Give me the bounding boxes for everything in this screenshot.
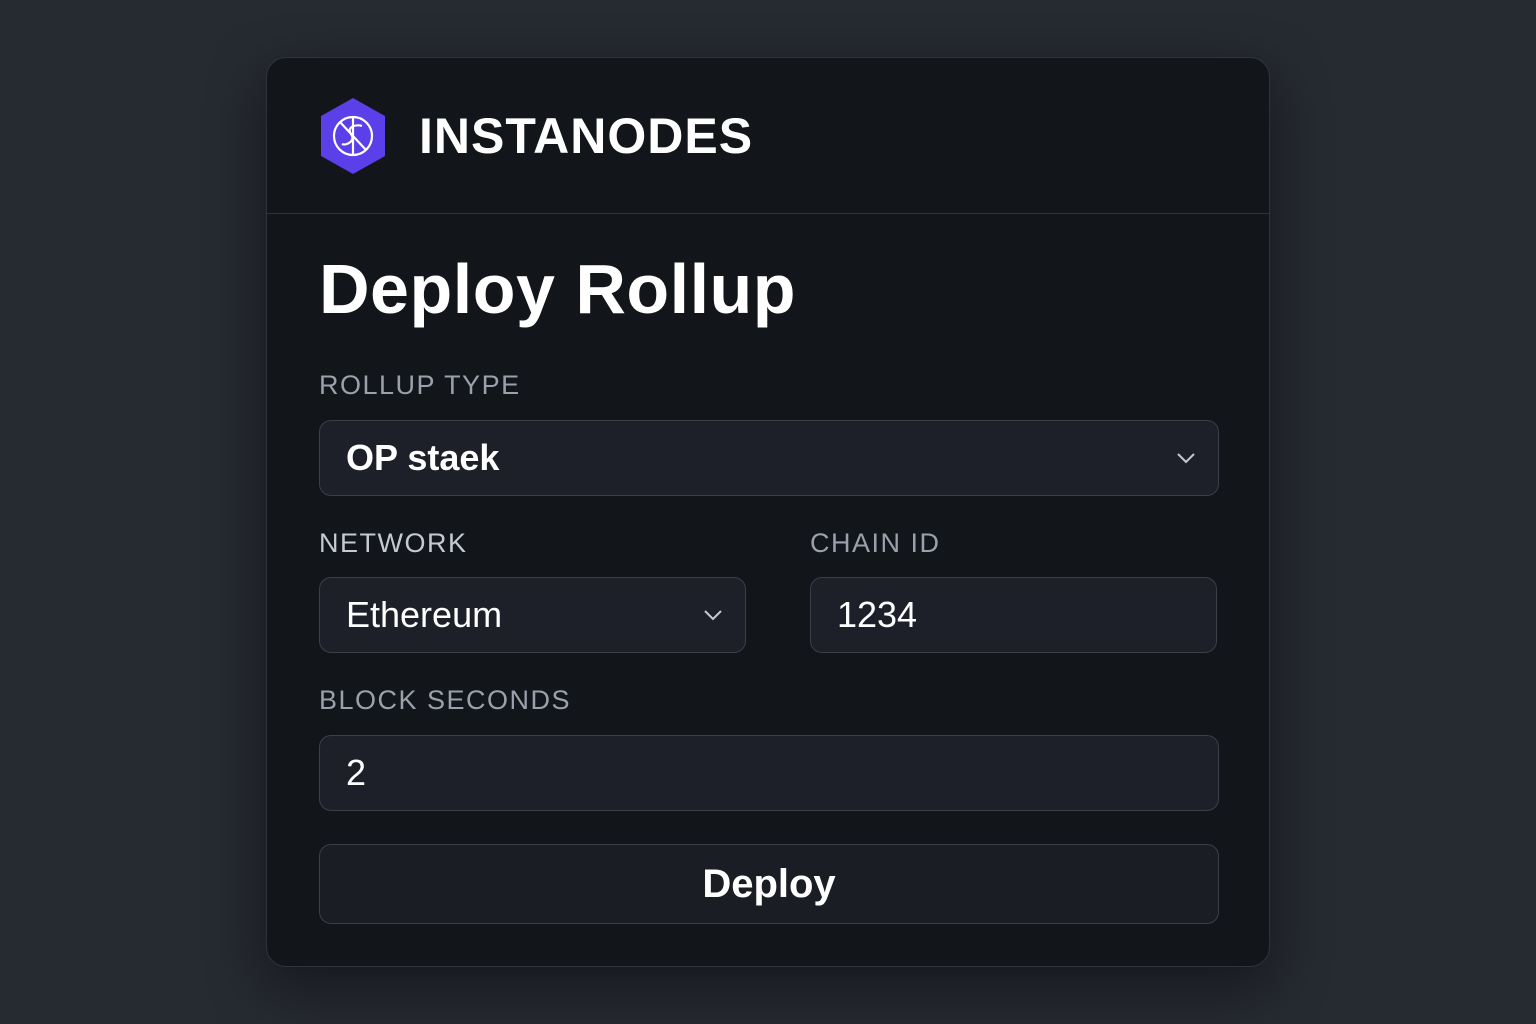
hexagon-logo-icon — [317, 95, 389, 177]
network-value: Ethereum — [346, 594, 503, 635]
chain-id-label: CHAIN ID — [809, 528, 941, 558]
chevron-down-icon — [704, 610, 722, 621]
form-body: Deploy Rollup ROLLUP TYPE OP staek NETWO… — [267, 214, 1269, 924]
rollup-type-value: OP staek — [346, 437, 500, 478]
block-seconds-value: 2 — [346, 752, 367, 793]
block-seconds-input[interactable]: 2 — [319, 735, 1219, 811]
rollup-type-label: ROLLUP TYPE — [319, 370, 521, 400]
chain-id-input[interactable]: 1234 — [809, 577, 1217, 653]
deploy-button[interactable]: Deploy — [319, 844, 1219, 924]
network-select[interactable]: Ethereum — [319, 577, 746, 653]
card-header: INSTANODES — [267, 58, 1269, 214]
network-group: NETWORK Ethereum — [319, 530, 746, 653]
page-title: Deploy Rollup — [319, 250, 797, 328]
rollup-type-select[interactable]: OP staek — [319, 420, 1219, 496]
chain-id-value: 1234 — [836, 594, 918, 635]
network-chain-row: NETWORK Ethereum CHAIN ID 1234 — [319, 530, 1217, 653]
block-seconds-label: BLOCK SECONDS — [319, 685, 572, 715]
brand-name: INSTANODES — [419, 107, 754, 164]
chain-id-group: CHAIN ID 1234 — [809, 528, 1217, 653]
network-label: NETWORK — [319, 528, 468, 558]
deploy-card: INSTANODES Deploy Rollup ROLLUP TYPE OP … — [266, 57, 1270, 967]
chevron-down-icon — [1177, 453, 1195, 464]
